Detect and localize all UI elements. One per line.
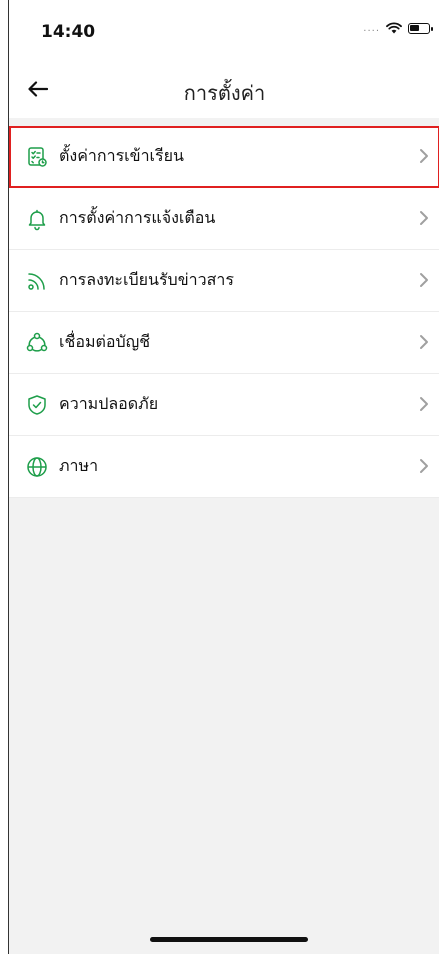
- menu-item-label: เชื่อมต่อบัญชี: [59, 332, 151, 351]
- battery-icon: [408, 22, 433, 34]
- menu-item-label: การตั้งค่าการแจ้งเตือน: [59, 208, 216, 227]
- chevron-right-icon: [420, 273, 428, 287]
- menu-item-label: ตั้งค่าการเข้าเรียน: [59, 146, 184, 165]
- menu-item-label: ภาษา: [59, 456, 99, 475]
- battery-level: [410, 24, 419, 31]
- globe-icon: [27, 457, 47, 477]
- checklist-clock-icon: [28, 147, 47, 167]
- menu-item-label: การลงทะเบียนรับข่าวสาร: [59, 270, 234, 289]
- menu-item-attendance-settings[interactable]: ตั้งค่าการเข้าเรียน: [9, 126, 439, 188]
- menu-item-notification-settings[interactable]: การตั้งค่าการแจ้งเตือน: [9, 188, 439, 250]
- app-frame: 14:40 .... การตั้งค่า ตั้งค่าการเข้าเรีย…: [8, 0, 439, 954]
- status-bar: 14:40 ....: [9, 0, 439, 60]
- chevron-right-icon: [420, 397, 428, 411]
- chevron-right-icon: [420, 459, 428, 473]
- signal-dots: ....: [363, 22, 380, 34]
- status-icons: ....: [363, 22, 433, 34]
- menu-item-label: ความปลอดภัย: [59, 394, 159, 413]
- connected-nodes-icon: [26, 332, 48, 352]
- menu-item-language[interactable]: ภาษา: [9, 436, 439, 498]
- chevron-right-icon: [420, 149, 428, 163]
- rss-icon: [28, 273, 45, 290]
- menu-item-connect-account[interactable]: เชื่อมต่อบัญชี: [9, 312, 439, 374]
- menu-item-security[interactable]: ความปลอดภัย: [9, 374, 439, 436]
- page-title: การตั้งค่า: [183, 81, 266, 105]
- bell-icon: [28, 209, 46, 231]
- chevron-right-icon: [420, 211, 428, 225]
- home-indicator[interactable]: [150, 937, 308, 942]
- menu-item-news-subscription[interactable]: การลงทะเบียนรับข่าวสาร: [9, 250, 439, 312]
- status-time: 14:40: [41, 22, 96, 42]
- wifi-icon: [386, 22, 402, 34]
- chevron-right-icon: [420, 335, 428, 349]
- nav-bar: การตั้งค่า: [9, 60, 439, 118]
- settings-menu: ตั้งค่าการเข้าเรียน การตั้งค่าการแจ้งเตื…: [9, 126, 439, 498]
- shield-check-icon: [28, 395, 46, 415]
